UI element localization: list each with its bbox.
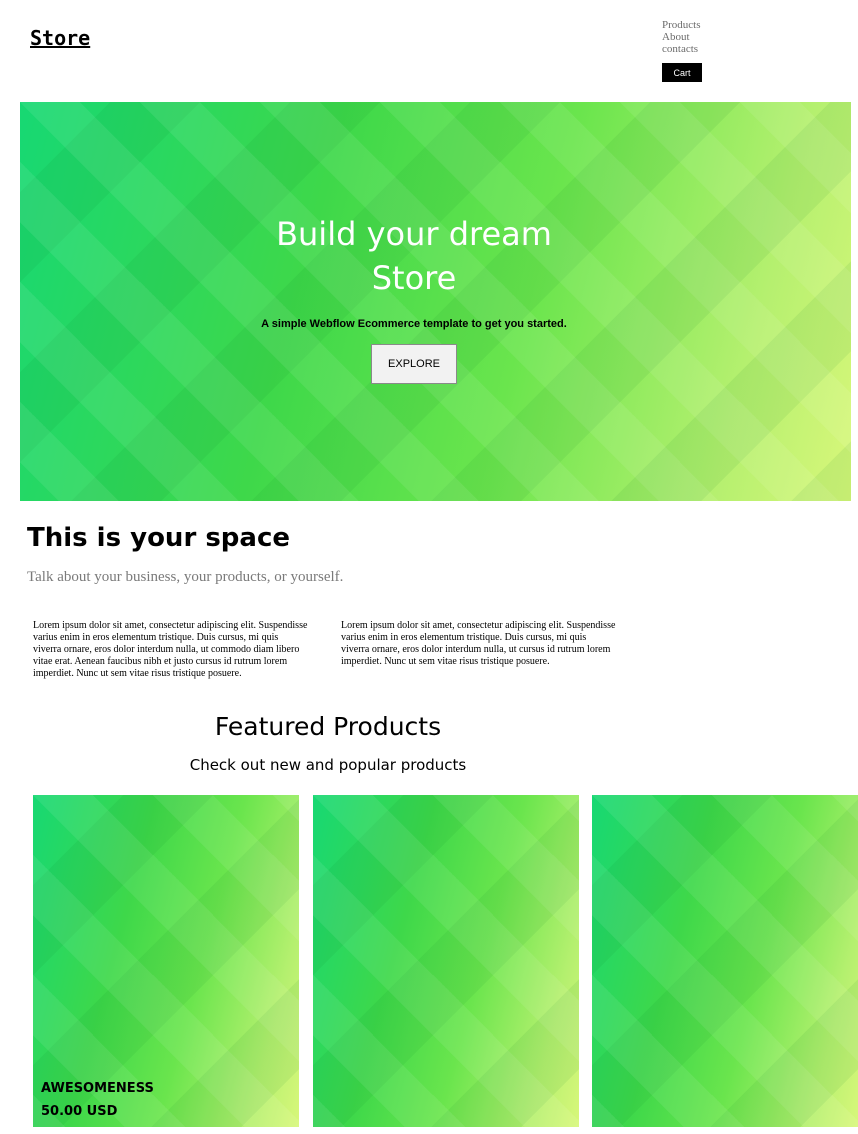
nav-link-contacts[interactable]: contacts (662, 43, 701, 55)
featured-title: Featured Products (214, 712, 442, 741)
hero-banner: Build your dream Store A simple Webflow … (20, 102, 851, 501)
nav-link-about[interactable]: About (662, 31, 701, 43)
nav-link-products[interactable]: Products (662, 19, 701, 31)
product-price: 50.00 USD (41, 1104, 118, 1119)
about-subtitle: Talk about your business, your products,… (27, 569, 344, 585)
product-image (33, 795, 299, 1127)
about-paragraph-2: Lorem ipsum dolor sit amet, consectetur … (341, 620, 616, 667)
hero-title-line1: Build your dream (276, 215, 552, 253)
hero-title: Build your dream Store (20, 212, 808, 300)
product-card-3[interactable] (592, 795, 858, 1127)
product-name: AWESOMENESS (41, 1081, 154, 1096)
main-nav: Products About contacts (662, 19, 701, 55)
product-image (592, 795, 858, 1127)
hero-title-line2: Store (371, 259, 457, 297)
about-paragraph-1: Lorem ipsum dolor sit amet, consectetur … (33, 620, 308, 679)
cart-button[interactable]: Cart (662, 63, 702, 82)
hero-subtitle: A simple Webflow Ecommerce template to g… (261, 318, 567, 330)
product-card-2[interactable] (313, 795, 579, 1127)
explore-button[interactable]: EXPLORE (371, 344, 457, 384)
store-logo[interactable]: Store (30, 26, 90, 50)
product-image (313, 795, 579, 1127)
product-card-1[interactable]: AWESOMENESS 50.00 USD (33, 795, 299, 1127)
featured-subtitle: Check out new and popular products (189, 756, 467, 774)
about-title: This is your space (27, 523, 290, 553)
